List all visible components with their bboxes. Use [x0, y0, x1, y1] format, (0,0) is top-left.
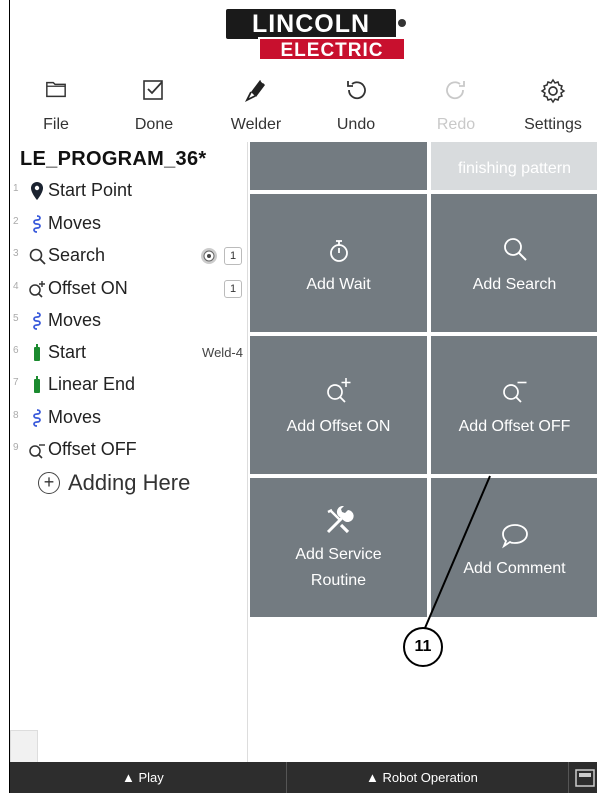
pendant-device-icon[interactable]: [575, 768, 595, 788]
callout-number: 11: [403, 627, 443, 667]
callout-leader-line: [424, 475, 491, 629]
robot-operation-tab[interactable]: ▲ Robot Operation: [366, 770, 478, 785]
bottom-divider: [286, 762, 287, 793]
bottom-bar: ▲ Play ▲ Robot Operation: [10, 762, 597, 793]
play-tab[interactable]: ▲ Play: [122, 770, 164, 785]
bottom-divider: [568, 762, 569, 793]
app-frame: LINCOLN ELECTRIC File Done Welder Undo R…: [9, 0, 597, 793]
